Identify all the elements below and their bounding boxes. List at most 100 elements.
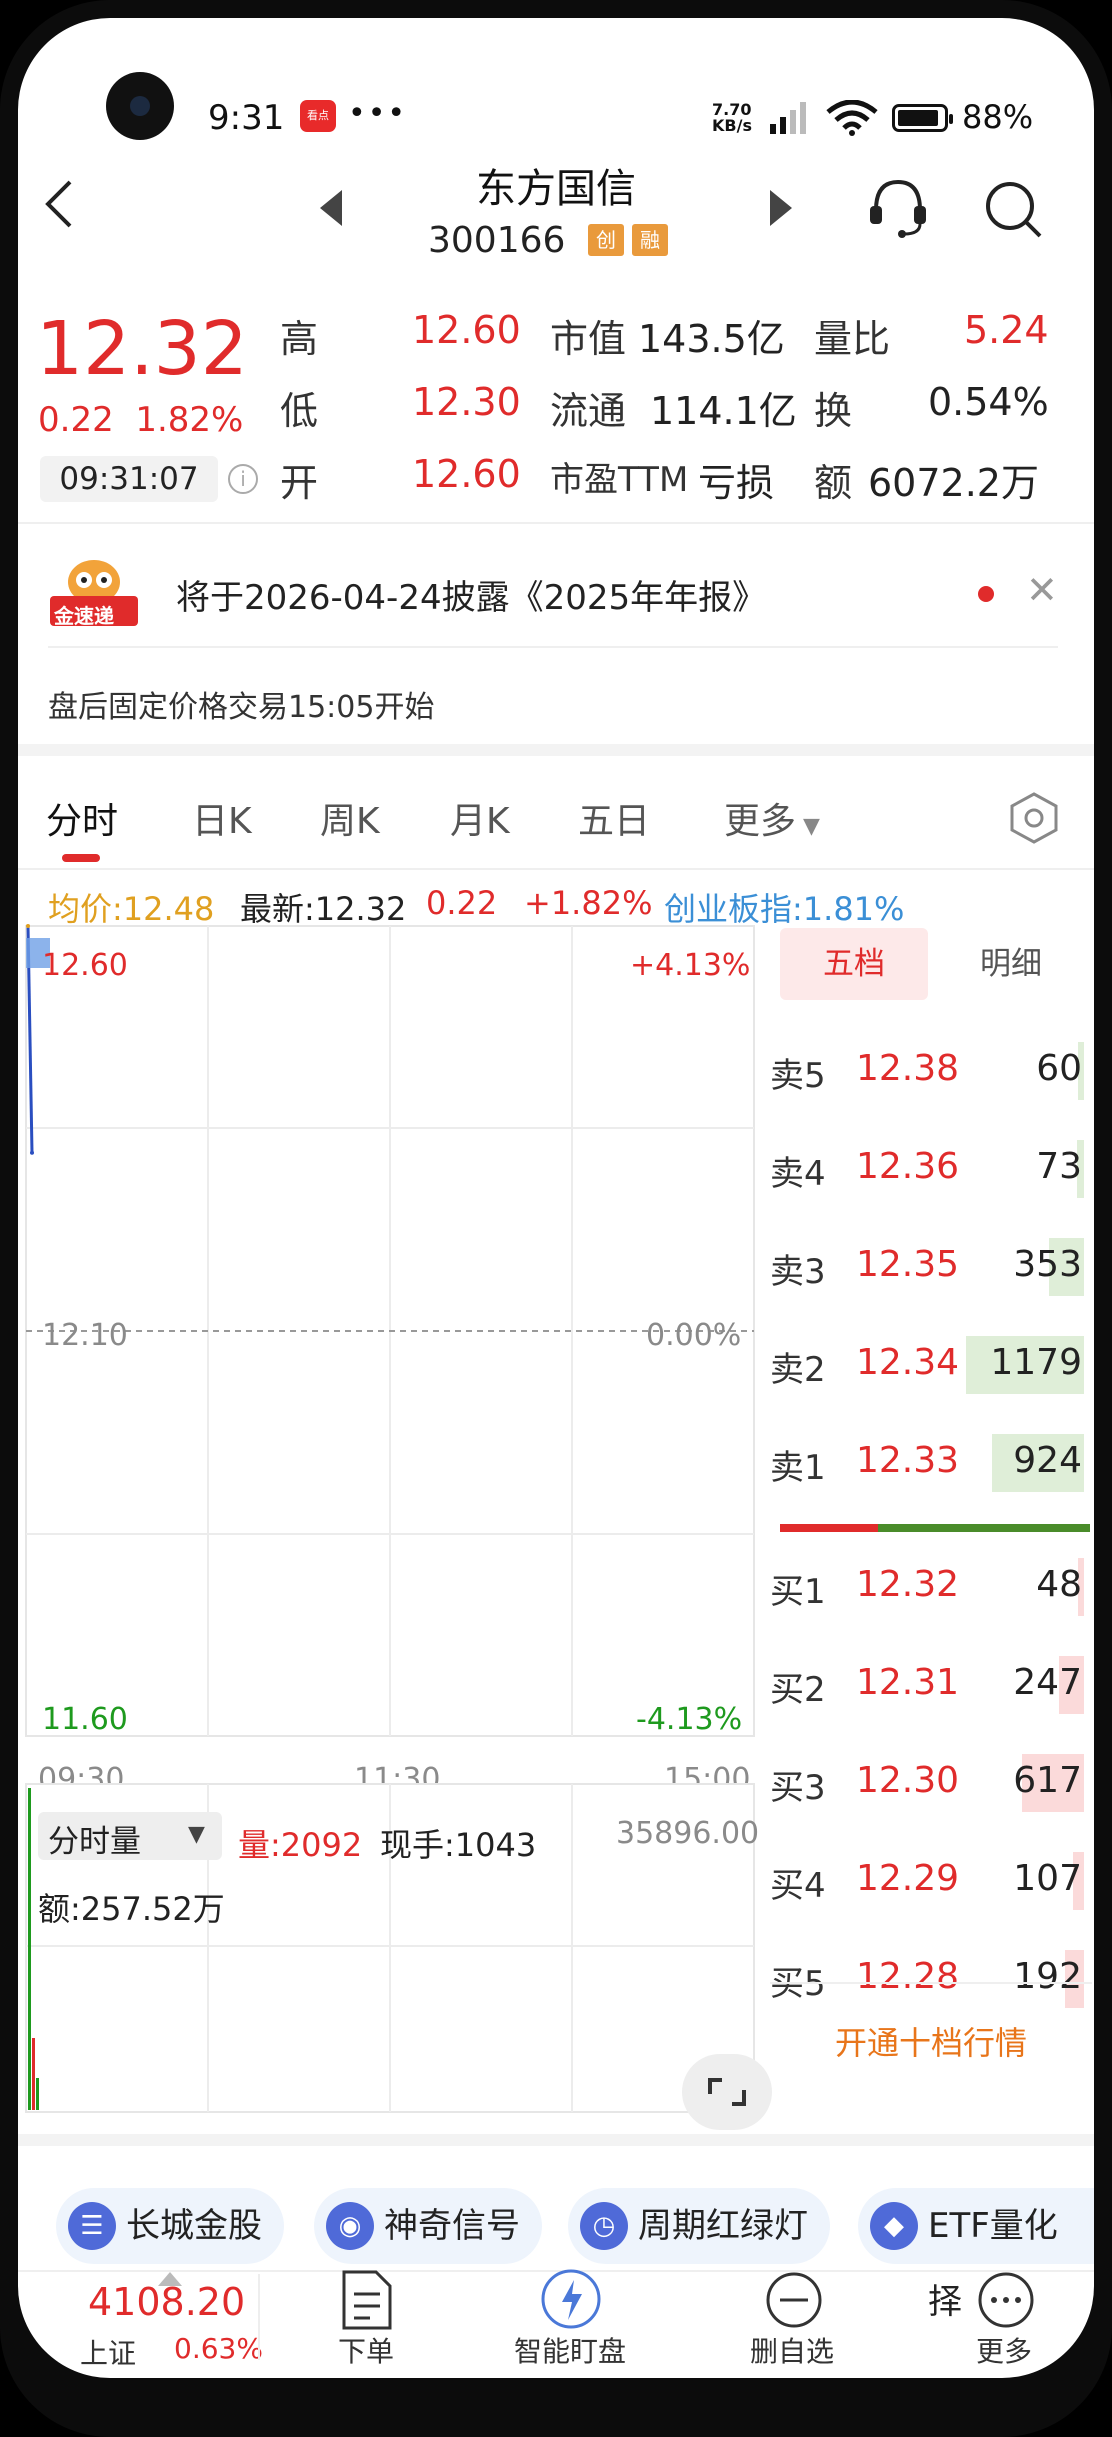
notice-close-button[interactable]: ✕ [1026, 568, 1058, 612]
pe-label[interactable]: 市盈TTM [550, 452, 688, 501]
level-price: 12.29 [856, 1858, 960, 1899]
unread-dot [978, 586, 994, 602]
latest-pct: +1.82% [524, 884, 653, 922]
divider [18, 522, 1094, 524]
ask-row[interactable]: 卖3 12.35 353 [770, 1238, 1092, 1298]
ask-row[interactable]: 卖1 12.33 924 [770, 1434, 1092, 1494]
volume-bar [28, 1788, 31, 2110]
high-value: 12.60 [412, 308, 521, 352]
tab-monthly-k[interactable]: 月K [450, 792, 510, 844]
smart-watch-icon[interactable] [536, 2262, 606, 2332]
float-label: 流通 [550, 389, 627, 433]
open-ten-level-button[interactable]: 开通十档行情 [770, 2018, 1092, 2064]
pe-value: 亏损 [698, 461, 775, 505]
pct-bottom-label: -4.13% [636, 1702, 743, 1737]
feature-cycle-light[interactable]: ◷ 周期红绿灯 [568, 2188, 830, 2264]
jinsudi-logo: 金速递 [48, 558, 140, 628]
tab-five-levels[interactable]: 五档 [780, 928, 928, 1000]
level-price: 12.38 [856, 1048, 960, 1089]
after-hours-notice: 盘后固定价格交易15:05开始 [48, 690, 435, 725]
bid-row[interactable]: 买5 12.28 192 [770, 1950, 1092, 2010]
tab-weekly-k[interactable]: 周K [320, 792, 380, 844]
level-volume: 48 [1036, 1564, 1082, 1605]
bid-row[interactable]: 买3 12.30 617 [770, 1754, 1092, 1814]
divider [18, 868, 1094, 870]
level-label: 卖1 [770, 1448, 826, 1488]
current-hand: 现手:1043 [380, 1826, 537, 1864]
level-label: 买3 [770, 1768, 826, 1808]
level-price: 12.33 [856, 1440, 960, 1481]
index-value[interactable]: 4108.20 [88, 2280, 245, 2324]
index-pct: 0.63% [174, 2332, 263, 2365]
volume-selector[interactable]: 分时量 ▼ [38, 1812, 222, 1860]
volume-max: 35896.00 [616, 1816, 760, 1851]
nav-more[interactable]: 更多 [976, 2330, 1032, 2370]
next-stock-icon[interactable] [768, 190, 794, 226]
phone-frame: 9:31 看点 ••• 7.70 KB/s 88% 东方国信 300166 创 … [0, 0, 1112, 2437]
turnover-label: 换 [814, 389, 853, 433]
y-top-label: 12.60 [42, 948, 128, 983]
tab-intraday[interactable]: 分时 [46, 792, 118, 844]
open-label: 开 [280, 461, 319, 505]
level-price: 12.32 [856, 1564, 960, 1605]
status-time: 9:31 [208, 98, 285, 138]
divider [48, 646, 1058, 648]
info-icon[interactable]: i [228, 464, 258, 494]
notice-text[interactable]: 将于2026-04-24披露《2025年年报》 [176, 570, 766, 619]
amount-value: 6072.2万 [868, 461, 1039, 505]
mcap-label: 市值 [550, 317, 627, 361]
high-label: 高 [280, 317, 319, 361]
customer-service-icon[interactable] [866, 176, 930, 240]
fullscreen-button[interactable] [682, 2054, 772, 2130]
remove-watchlist-icon[interactable] [764, 2270, 824, 2330]
feature-etf-quant[interactable]: ◆ ETF量化择 [858, 2188, 1094, 2322]
price-point [30, 1150, 34, 1155]
float-value: 114.1亿 [650, 389, 797, 433]
price-change: 0.22 1.82% [38, 400, 244, 440]
net-speed: 7.70 KB/s [712, 100, 752, 135]
tab-daily-k[interactable]: 日K [192, 792, 252, 844]
feature-changcheng-stocks[interactable]: ☰ 长城金股 [56, 2188, 284, 2264]
signal-icon [770, 102, 806, 134]
bid-ask-ratio-bar-red [780, 1524, 878, 1532]
bid-row[interactable]: 买2 12.31 247 [770, 1656, 1092, 1716]
tab-details[interactable]: 明细 [938, 928, 1084, 1000]
level-volume: 60 [1036, 1048, 1082, 1089]
nav-order[interactable]: 下单 [338, 2330, 394, 2370]
latest-change: 0.22 [426, 884, 498, 922]
search-icon[interactable] [982, 178, 1044, 240]
level-volume: 247 [1013, 1662, 1082, 1703]
low-value: 12.30 [412, 380, 521, 424]
feature-magic-signal[interactable]: ◉ 神奇信号 [314, 2188, 542, 2264]
amount-label: 额 [814, 461, 853, 505]
nav-smart-watch[interactable]: 智能盯盘 [514, 2330, 626, 2370]
more-icon[interactable] [976, 2270, 1036, 2330]
volume-amount: 额:257.52万 [38, 1890, 225, 1928]
chart-settings-icon[interactable] [1008, 792, 1060, 844]
stock-code: 300166 [428, 220, 566, 261]
battery-percent: 88% [962, 98, 1034, 136]
volume-value: 量:2092 [238, 1826, 363, 1864]
order-icon[interactable] [336, 2268, 396, 2332]
nav-remove-watchlist[interactable]: 删自选 [750, 2330, 834, 2370]
low-label: 低 [280, 389, 319, 433]
ask-row[interactable]: 卖5 12.38 60 [770, 1042, 1092, 1102]
bid-row[interactable]: 买1 12.32 48 [770, 1558, 1092, 1618]
price-point [26, 924, 30, 928]
level-price: 12.31 [856, 1662, 960, 1703]
tab-five-day[interactable]: 五日 [578, 792, 650, 844]
ask-row[interactable]: 卖2 12.34 1179 [770, 1336, 1092, 1396]
screen: 9:31 看点 ••• 7.70 KB/s 88% 东方国信 300166 创 … [18, 18, 1094, 2378]
level-volume: 1179 [990, 1342, 1082, 1383]
diamond-icon: ◆ [870, 2202, 918, 2250]
ask-row[interactable]: 卖4 12.36 73 [770, 1140, 1092, 1200]
section-band [18, 2134, 1094, 2146]
level-price: 12.34 [856, 1342, 960, 1383]
level-price: 12.28 [856, 1956, 960, 1997]
level-volume: 192 [1013, 1956, 1082, 1997]
tab-more[interactable]: 更多 ▼ [724, 792, 820, 844]
level-label: 买1 [770, 1572, 826, 1612]
bid-ask-ratio-bar-green [878, 1524, 1090, 1532]
bid-row[interactable]: 买4 12.29 107 [770, 1852, 1092, 1912]
level-volume: 73 [1036, 1146, 1082, 1187]
